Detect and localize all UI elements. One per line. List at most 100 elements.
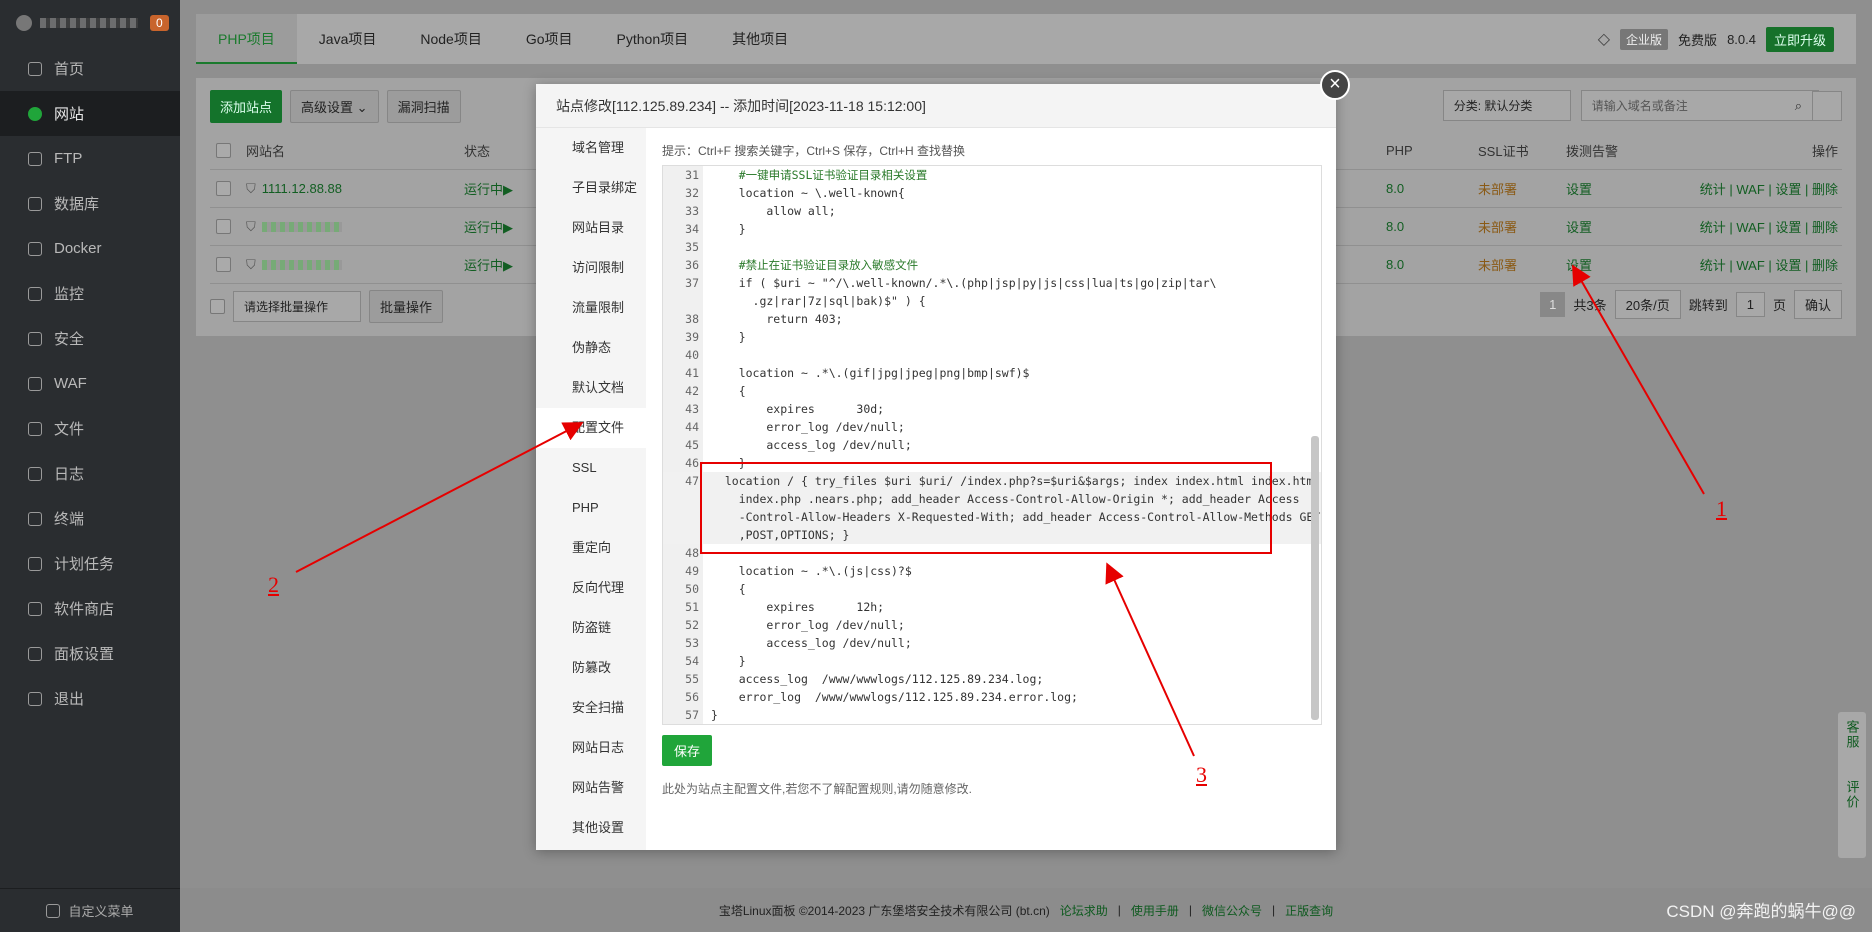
close-icon[interactable]: × (1320, 70, 1350, 100)
modal-nav-item[interactable]: 流量限制 (536, 288, 646, 328)
project-tab[interactable]: 其他项目 (710, 14, 810, 64)
modal-nav-item[interactable]: 子目录绑定 (536, 168, 646, 208)
sidebar-item[interactable]: 网站 (0, 91, 180, 136)
sidebar-item[interactable]: 计划任务 (0, 541, 180, 586)
modal-nav-item[interactable]: 防篡改 (536, 648, 646, 688)
footer-link-wechat[interactable]: 微信公众号 (1202, 902, 1262, 919)
sidebar-item[interactable]: 终端 (0, 496, 180, 541)
ssl-status[interactable]: 未部署 (1478, 217, 1517, 236)
modal-nav-item[interactable]: 配置文件 (536, 408, 646, 448)
advanced-settings-button[interactable]: 高级设置 ⌄ (290, 90, 379, 123)
modal-nav-item[interactable]: 网站目录 (536, 208, 646, 248)
modal-nav-item[interactable]: 访问限制 (536, 248, 646, 288)
alert-settings-link[interactable]: 设置 (1566, 217, 1592, 236)
sidebar-item[interactable]: 监控 (0, 271, 180, 316)
waf-icon (28, 376, 42, 391)
add-site-button[interactable]: 添加站点 (210, 90, 283, 123)
batch-select[interactable]: 请选择批量操作 (233, 291, 361, 322)
modal-nav-item[interactable]: 伪静态 (536, 328, 646, 368)
code-text: #一键申请SSL证书验证目录相关设置 (711, 168, 928, 182)
project-tab[interactable]: PHP项目 (196, 14, 297, 64)
review-button[interactable]: 评价 (1843, 780, 1862, 810)
settings-gear-button[interactable] (1812, 90, 1842, 121)
row-actions[interactable]: 统计 | WAF | 设置 | 删除 (1700, 179, 1838, 198)
search-input[interactable]: 请输入域名或备注 (1580, 90, 1819, 121)
upgrade-button[interactable]: 立即升级 (1765, 26, 1834, 52)
project-tab[interactable]: Go项目 (504, 14, 595, 64)
category-select[interactable]: 分类: 默认分类 (1442, 90, 1571, 121)
page-footer: 宝塔Linux面板 ©2014-2023 广东堡塔安全技术有限公司 (bt.cn… (180, 888, 1872, 932)
sidebar-item[interactable]: 退出 (0, 676, 180, 721)
modal-nav-item[interactable]: 反向代理 (536, 568, 646, 608)
modal-nav-item[interactable]: 域名管理 (536, 128, 646, 168)
row-checkbox[interactable] (216, 181, 231, 196)
row-actions[interactable]: 统计 | WAF | 设置 | 删除 (1700, 217, 1838, 236)
save-button[interactable]: 保存 (662, 735, 713, 766)
row-actions[interactable]: 统计 | WAF | 设置 | 删除 (1700, 255, 1838, 274)
customer-service-button[interactable]: 客服 (1843, 720, 1862, 750)
row-checkbox[interactable] (216, 257, 231, 272)
php-version[interactable]: 8.0 (1386, 257, 1404, 272)
code-text: error_log /dev/null; (711, 618, 905, 632)
sidebar-item[interactable]: Docker (0, 226, 180, 271)
sidebar-item[interactable]: 首页 (0, 46, 180, 91)
modal-nav-item[interactable]: 网站日志 (536, 728, 646, 768)
select-all-checkbox[interactable] (216, 143, 231, 158)
alert-settings-link[interactable]: 设置 (1566, 255, 1592, 274)
per-page-select[interactable]: 20条/页 (1614, 290, 1681, 319)
sidebar-item[interactable]: 安全 (0, 316, 180, 361)
notification-badge[interactable]: 0 (150, 15, 169, 31)
row-checkbox[interactable] (216, 219, 231, 234)
jump-confirm-button[interactable]: 确认 (1793, 290, 1842, 319)
modal-nav-item[interactable]: 安全扫描 (536, 688, 646, 728)
project-tab[interactable]: Java项目 (297, 14, 399, 64)
modal-nav-item[interactable]: 防盗链 (536, 608, 646, 648)
php-version[interactable]: 8.0 (1386, 219, 1404, 234)
project-tab[interactable]: Node项目 (398, 14, 503, 64)
editor-scrollbar[interactable] (1311, 436, 1319, 720)
modal-nav-item[interactable]: SSL (536, 448, 646, 488)
blurred-site-name[interactable] (261, 221, 342, 232)
footer-link-forum[interactable]: 论坛求助 (1060, 902, 1108, 919)
alert-settings-link[interactable]: 设置 (1566, 179, 1592, 198)
site-name-link[interactable]: 1111.12.88.88 (262, 181, 342, 196)
blurred-site-name[interactable] (261, 259, 342, 270)
code-line: 52 error_log /dev/null; (663, 616, 1321, 634)
highlight-box (700, 462, 1272, 554)
sidebar-item[interactable]: FTP (0, 136, 180, 181)
config-editor[interactable]: 31 #一键申请SSL证书验证目录相关设置 32 location ~ \.wel… (662, 165, 1322, 725)
modal-nav-item[interactable]: 默认文档 (536, 368, 646, 408)
vuln-scan-button[interactable]: 漏洞扫描 (386, 90, 461, 123)
status-toggle[interactable]: 运行中▶ (464, 217, 513, 236)
custom-menu-button[interactable]: 自定义菜单 (0, 888, 180, 932)
header-status[interactable]: 状态 (464, 141, 490, 160)
code-text: error_log /www/wwwlogs/112.125.89.234.er… (711, 690, 1078, 704)
batch-checkbox[interactable] (210, 299, 225, 314)
ssl-status[interactable]: 未部署 (1478, 255, 1517, 274)
project-tab[interactable]: Python项目 (595, 14, 711, 64)
modal-nav-item[interactable]: 其他设置 (536, 808, 646, 848)
enterprise-tag[interactable]: 企业版 (1620, 28, 1669, 50)
status-toggle[interactable]: 运行中▶ (464, 255, 513, 274)
modal-nav-item[interactable]: 网站告警 (536, 768, 646, 808)
php-version[interactable]: 8.0 (1386, 181, 1404, 196)
batch-button[interactable]: 批量操作 (369, 290, 444, 323)
ssl-status[interactable]: 未部署 (1478, 179, 1517, 198)
sidebar-item-label: WAF (54, 375, 87, 392)
sidebar-item[interactable]: WAF (0, 361, 180, 406)
sidebar-item[interactable]: 软件商店 (0, 586, 180, 631)
sidebar-item[interactable]: 数据库 (0, 181, 180, 226)
sidebar-item[interactable]: 日志 (0, 451, 180, 496)
footer-link-license[interactable]: 正版查询 (1285, 902, 1333, 919)
search-icon[interactable]: ⌕ (1795, 98, 1802, 114)
modal-nav-item[interactable]: PHP (536, 488, 646, 528)
jump-input[interactable]: 1 (1735, 292, 1765, 317)
sidebar-item[interactable]: 面板设置 (0, 631, 180, 676)
footer-link-manual[interactable]: 使用手册 (1131, 902, 1179, 919)
modal-nav-item[interactable]: 重定向 (536, 528, 646, 568)
status-toggle[interactable]: 运行中▶ (464, 179, 513, 198)
logout-icon (28, 691, 42, 706)
page-number[interactable]: 1 (1540, 292, 1566, 317)
header-name[interactable]: 网站名 (246, 141, 285, 160)
sidebar-item[interactable]: 文件 (0, 406, 180, 451)
